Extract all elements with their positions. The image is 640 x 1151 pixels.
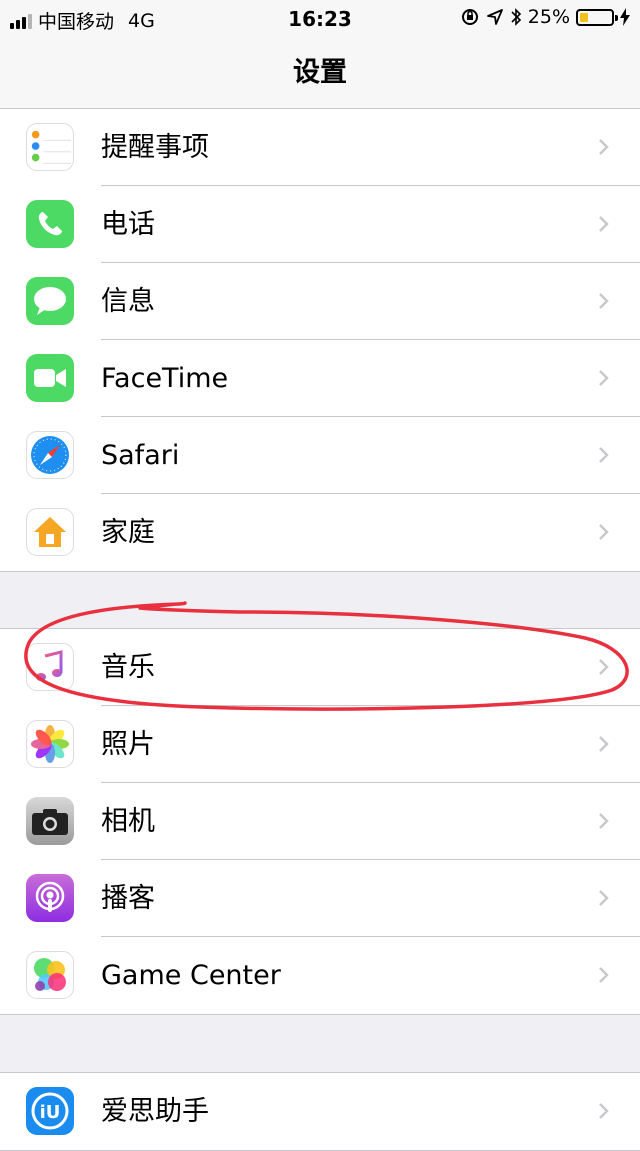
chevron-right-icon <box>599 370 609 386</box>
chevron-right-icon <box>599 524 609 540</box>
home-icon <box>26 508 74 556</box>
row-label: 电话 <box>101 209 155 240</box>
battery-icon <box>576 8 618 26</box>
settings-row-facetime[interactable]: FaceTime <box>0 340 640 417</box>
aisi-icon: iU <box>26 1087 74 1135</box>
settings-group-1: 提醒事项 电话 信息 FaceTime Safari 家庭 <box>0 108 640 572</box>
settings-group-2: 音乐 照片 相机 播客 Game Center <box>0 628 640 1015</box>
settings-row-safari[interactable]: Safari <box>0 417 640 494</box>
camera-icon <box>26 797 74 845</box>
chevron-right-icon <box>599 1103 609 1119</box>
chevron-right-icon <box>599 890 609 906</box>
nav-bar: 设置 <box>0 40 640 110</box>
row-label: 提醒事项 <box>101 132 209 163</box>
settings-row-messages[interactable]: 信息 <box>0 263 640 340</box>
row-label: 音乐 <box>101 652 155 683</box>
page-title: 设置 <box>293 57 347 88</box>
settings-row-home[interactable]: 家庭 <box>0 494 640 571</box>
status-bar: 中国移动 4G 16:23 25% <box>0 0 640 40</box>
charging-bolt-icon <box>620 8 630 26</box>
chevron-right-icon <box>599 293 609 309</box>
settings-row-camera[interactable]: 相机 <box>0 783 640 860</box>
chevron-right-icon <box>599 813 609 829</box>
settings-row-phone[interactable]: 电话 <box>0 186 640 263</box>
row-label: 家庭 <box>101 517 155 548</box>
row-label: Game Center <box>101 960 281 991</box>
phone-icon <box>26 200 74 248</box>
chevron-right-icon <box>599 967 609 983</box>
settings-row-music[interactable]: 音乐 <box>0 629 640 706</box>
music-icon <box>26 643 74 691</box>
bluetooth-icon <box>511 8 521 26</box>
settings-row-game-center[interactable]: Game Center <box>0 937 640 1014</box>
podcasts-icon <box>26 874 74 922</box>
rotation-lock-icon <box>461 9 478 25</box>
battery-percent: 25% <box>527 6 570 28</box>
settings-row-reminders[interactable]: 提醒事项 <box>0 109 640 186</box>
svg-text:iU: iU <box>40 1102 61 1123</box>
chevron-right-icon <box>599 736 609 752</box>
row-label: 播客 <box>101 883 155 914</box>
settings-row-photos[interactable]: 照片 <box>0 706 640 783</box>
messages-icon <box>26 277 74 325</box>
game-center-icon <box>26 951 74 999</box>
reminders-icon <box>26 123 74 171</box>
row-label: 信息 <box>101 286 155 317</box>
row-label: FaceTime <box>101 363 229 394</box>
chevron-right-icon <box>599 139 609 155</box>
settings-row-podcasts[interactable]: 播客 <box>0 860 640 937</box>
status-right: 25% <box>460 6 630 28</box>
chevron-right-icon <box>599 216 609 232</box>
settings-row-aisi[interactable]: iU 爱思助手 <box>0 1073 640 1150</box>
row-label: 相机 <box>101 806 155 837</box>
row-label: 爱思助手 <box>101 1096 209 1127</box>
photos-icon <box>26 720 74 768</box>
location-icon <box>486 9 503 25</box>
row-label: 照片 <box>101 729 155 760</box>
safari-icon <box>26 431 74 479</box>
settings-group-3: iU 爱思助手 <box>0 1072 640 1151</box>
facetime-icon <box>26 354 74 402</box>
chevron-right-icon <box>599 659 609 675</box>
chevron-right-icon <box>599 447 609 463</box>
row-label: Safari <box>101 440 180 471</box>
